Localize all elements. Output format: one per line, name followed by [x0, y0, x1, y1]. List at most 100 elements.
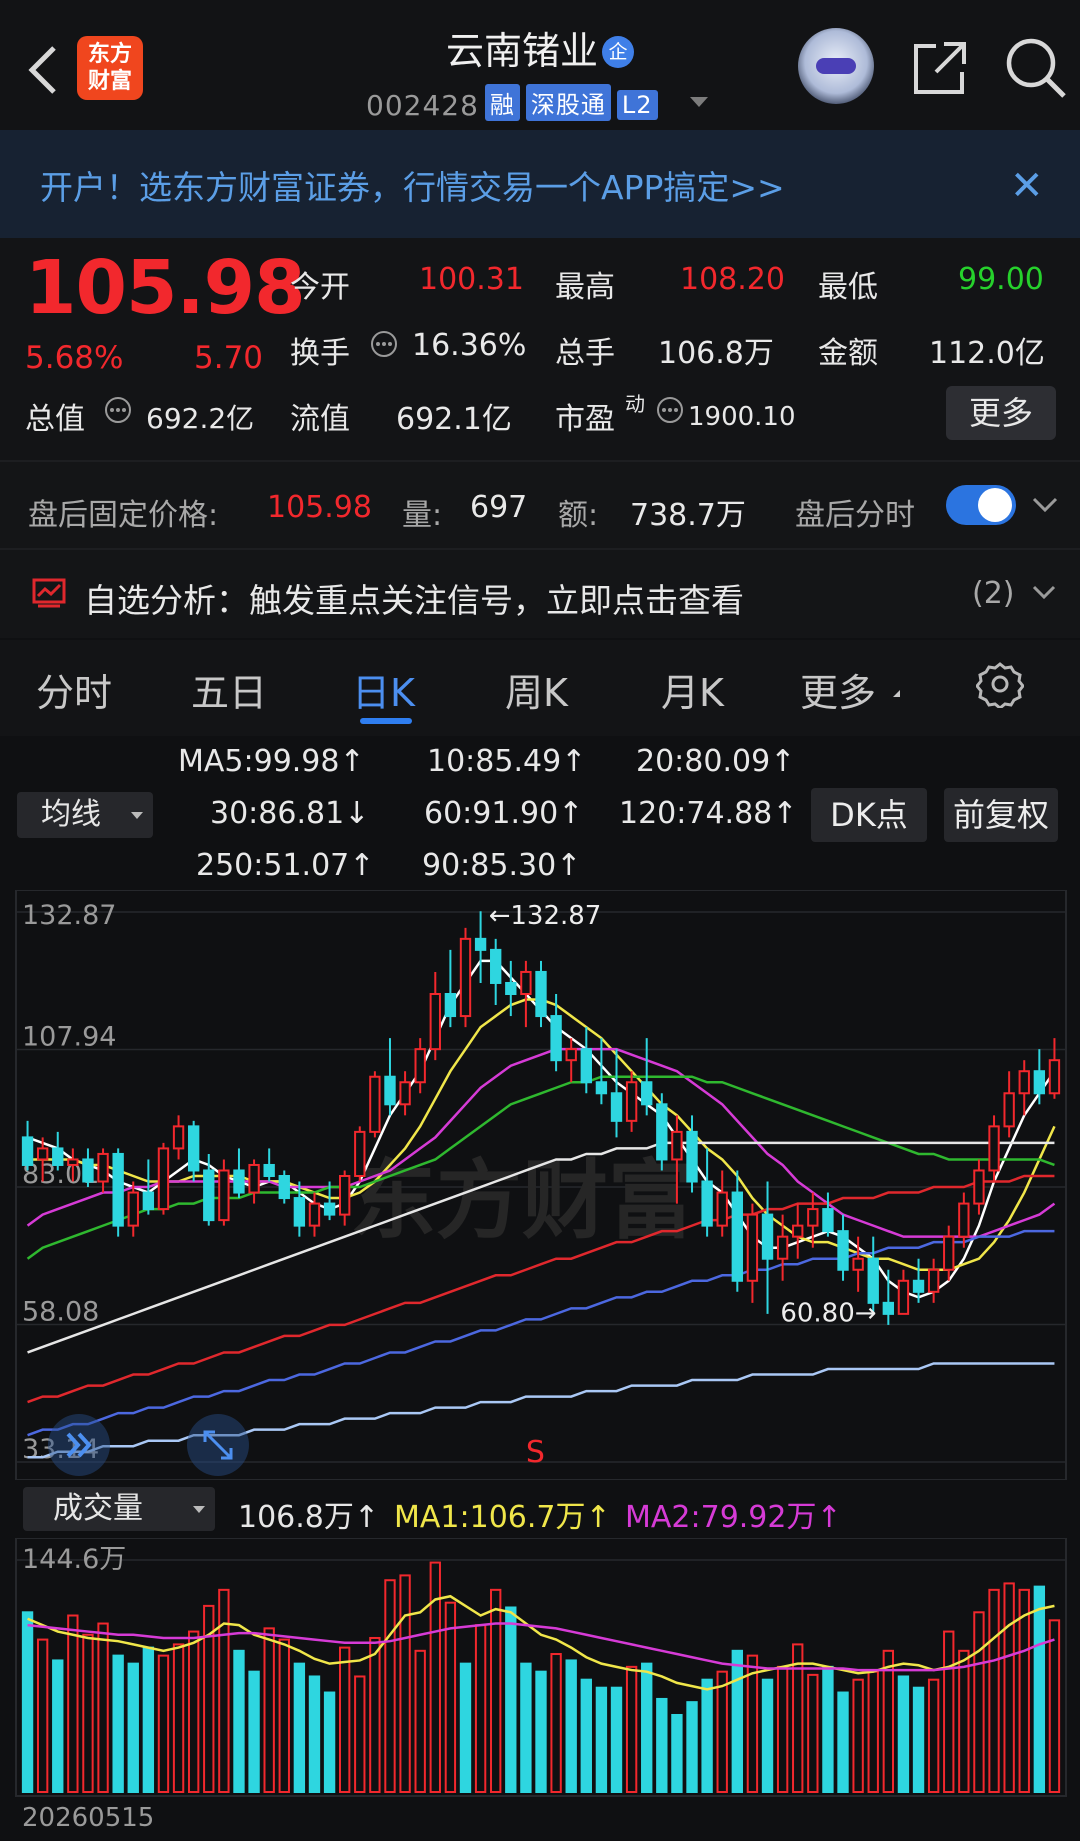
volume-bar [761, 1678, 774, 1794]
tab-intraday[interactable]: 分时 [36, 662, 112, 717]
candle-body [988, 1125, 1000, 1172]
candle-body [21, 1136, 34, 1166]
info-icon[interactable] [370, 330, 398, 358]
volume-bar [474, 1624, 487, 1793]
after-hours-volume: 697 [470, 490, 528, 525]
low-value: 99.00 [958, 262, 1044, 297]
volume-bar [912, 1686, 925, 1793]
volume-bar [444, 1601, 457, 1793]
candle-body [958, 1202, 970, 1238]
volume-bar [157, 1654, 170, 1793]
close-icon[interactable]: ✕ [1010, 163, 1044, 209]
open-label: 今开 [290, 270, 350, 305]
ma-legend-item: 60:91.90↑ [424, 796, 583, 831]
ma-legend-arrow: ↑ [349, 848, 375, 883]
ma-legend-item: 30:86.81↓ [210, 796, 369, 831]
fullscreen-icon[interactable] [187, 1414, 249, 1476]
share-icon[interactable] [910, 38, 970, 98]
volume-bar [625, 1665, 638, 1793]
candle-body [127, 1191, 139, 1227]
tab-monthly-k[interactable]: 月K [661, 662, 724, 717]
ma-legend-text: 30:86.81 [210, 796, 345, 831]
candle-body [671, 1130, 683, 1161]
volume-bar [52, 1659, 64, 1793]
volume-bar [429, 1561, 441, 1794]
volume-bar [338, 1646, 351, 1794]
volume-bar [686, 1701, 698, 1793]
change-percent: 5.68% [25, 340, 124, 376]
volume-bar [263, 1627, 275, 1794]
volume-bar [852, 1678, 864, 1794]
info-icon[interactable] [656, 396, 684, 424]
candle-body [520, 970, 532, 996]
candle-body [112, 1152, 124, 1227]
tab-five-day[interactable]: 五日 [191, 662, 267, 717]
tab-more[interactable]: 更多 [800, 662, 876, 717]
volume-chart[interactable]: 144.6万 20260515 [0, 1538, 1080, 1841]
ma-legend-text: 250:51.07 [196, 848, 350, 883]
chevron-down-icon[interactable] [690, 97, 708, 107]
candle-body [414, 1048, 426, 1084]
volume-bar [610, 1686, 623, 1793]
candle-body [927, 1268, 940, 1293]
stock-name: 云南锗业 [445, 29, 598, 73]
volume-bar [565, 1659, 577, 1793]
volume-bar [172, 1643, 185, 1793]
dk-point-button[interactable]: DK点 [811, 788, 927, 842]
ma-legend-item: 20:80.09↑ [636, 744, 795, 779]
adjust-price-button[interactable]: 前复权 [944, 788, 1058, 842]
promo-banner[interactable]: 开户！选东方财富证券，行情交易一个APP搞定>> ✕ [0, 130, 1080, 238]
volume-arrow: ↑ [585, 1500, 611, 1535]
volume-bar [323, 1691, 336, 1793]
volume-bar [490, 1588, 502, 1793]
market-cap-value: 692.2亿 [146, 402, 255, 435]
volume-bar [973, 1611, 985, 1793]
info-icon[interactable] [104, 396, 132, 424]
y-tick-label: 107.94 [22, 1022, 116, 1053]
volume-bar [641, 1662, 653, 1793]
amount-label: 金额 [818, 336, 878, 371]
tab-daily-k[interactable]: 日K [352, 662, 415, 717]
candle-body [701, 1180, 713, 1227]
more-button[interactable]: 更多 [946, 386, 1056, 440]
alert-count: (2) [972, 576, 1015, 611]
after-hours-volume-label: 量: [402, 498, 443, 533]
volume-bar [36, 1638, 49, 1793]
volume-bar [142, 1646, 155, 1794]
volume-legend: MA1:106.7万↑ [394, 1492, 611, 1536]
volume-indicator-select[interactable]: 成交量 [23, 1487, 215, 1531]
ma-legend-arrow: ↑ [772, 796, 798, 831]
float-cap-label: 流值 [290, 402, 350, 437]
candle-body [1003, 1092, 1015, 1128]
assistant-avatar-icon[interactable] [798, 28, 874, 104]
high-annotation: ←132.87 [489, 901, 602, 931]
candle-body [867, 1257, 879, 1304]
volume-bar [701, 1678, 713, 1794]
expand-left-icon[interactable] [48, 1414, 110, 1476]
chevron-down-icon[interactable] [1030, 582, 1058, 602]
candle-body [505, 981, 517, 996]
candle-body [761, 1213, 774, 1260]
ma-legend-text: MA5:99.98 [178, 744, 340, 779]
kline-chart[interactable]: 132.87107.9483.0158.0833.14东方财富←132.8760… [0, 890, 1080, 1480]
indicator-select[interactable]: 均线 [17, 792, 153, 838]
chevron-down-icon[interactable] [1030, 494, 1060, 516]
tab-weekly-k[interactable]: 周K [505, 662, 568, 717]
volume-bar [293, 1662, 306, 1793]
after-hours-toggle[interactable] [946, 485, 1016, 525]
volume-bar [127, 1662, 139, 1793]
promo-text[interactable]: 开户！选东方财富证券，行情交易一个APP搞定>> [40, 161, 785, 209]
volume-bar [943, 1630, 955, 1793]
candle-body [142, 1191, 155, 1211]
chart-alert-icon [32, 578, 66, 608]
volume-bar [248, 1670, 260, 1793]
change-amount: 5.70 [194, 340, 264, 376]
alert-text[interactable]: 自选分析：触发重点关注信号，立即点击查看 [84, 574, 744, 622]
settings-gear-icon[interactable] [976, 660, 1024, 708]
candle-body [384, 1075, 396, 1106]
volume-bar [988, 1588, 1000, 1793]
volume-bar [369, 1636, 381, 1794]
search-icon[interactable] [1004, 36, 1068, 100]
volume-ma1: MA1:106.7万 [394, 1500, 586, 1535]
float-cap-value: 692.1亿 [396, 402, 512, 437]
